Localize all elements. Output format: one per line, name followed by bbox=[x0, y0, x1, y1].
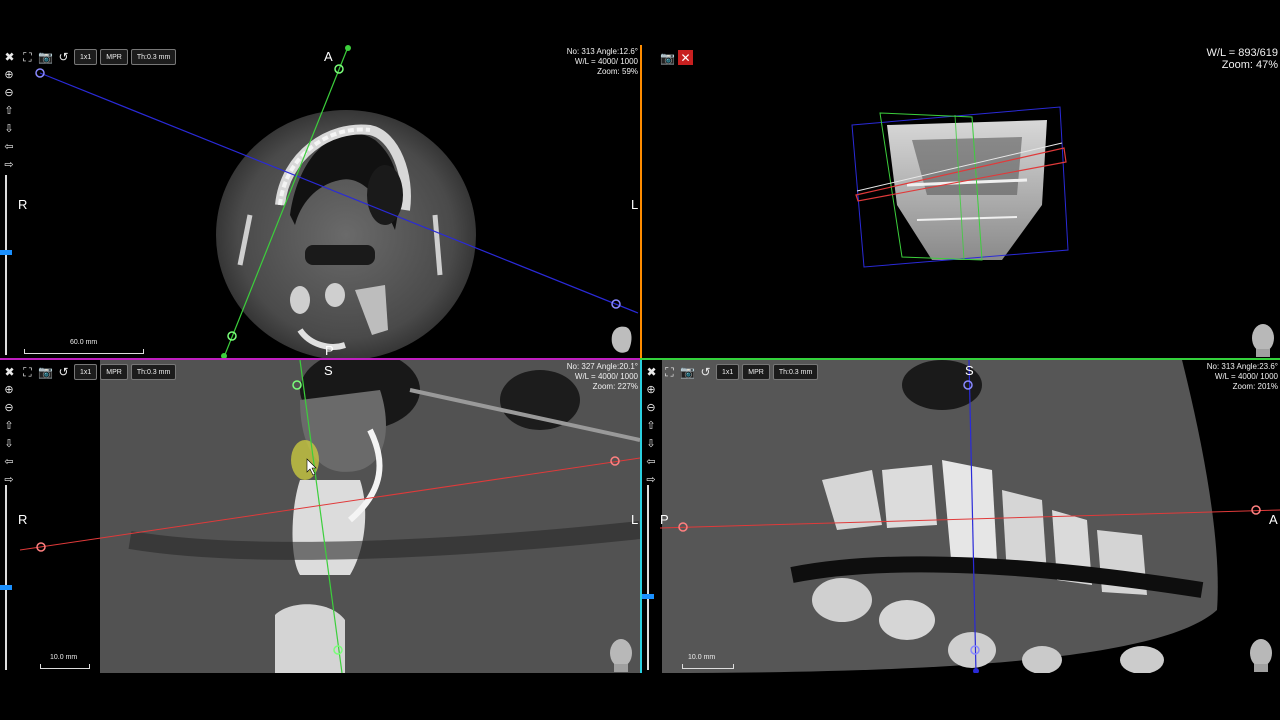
orientation-left: R bbox=[18, 197, 28, 212]
head-orientation-icon bbox=[1252, 324, 1274, 357]
arrow-down-icon[interactable]: ⇩ bbox=[2, 121, 16, 136]
arrow-down-icon[interactable]: ⇩ bbox=[644, 436, 658, 451]
coronal-slice-slider[interactable] bbox=[5, 485, 7, 670]
layout-1x1-button[interactable]: 1x1 bbox=[74, 49, 98, 65]
layout-1x1-button[interactable]: 1x1 bbox=[74, 364, 98, 380]
orientation-right: L bbox=[631, 512, 639, 527]
volume-info-overlay: W/L = 893/619 Zoom: 47% bbox=[1207, 47, 1278, 71]
zoom-in-icon[interactable]: ⊕ bbox=[2, 67, 16, 82]
zoom-text: Zoom: 201% bbox=[1232, 382, 1278, 391]
axial-slice-image[interactable] bbox=[0, 45, 640, 358]
axial-info-overlay: No: 313 Angle:12.6° W/L = 4000/ 1000 Zoo… bbox=[567, 47, 638, 77]
volume-toolbar: 📷 ✕ bbox=[660, 50, 693, 65]
reset-icon[interactable]: ↺ bbox=[56, 50, 71, 65]
reset-icon[interactable]: ↺ bbox=[56, 365, 71, 380]
orientation-right: L bbox=[631, 197, 639, 212]
axial-viewport[interactable]: ✖ ⛶ 📷 ↺ 1x1 MPR Th:0.3 mm ⊕ ⊖ ⇧ ⇩ ⇦ ⇨ No… bbox=[0, 45, 642, 358]
thickness-button[interactable]: Th:0.3 mm bbox=[130, 49, 177, 65]
window-level-text: W/L = 893/619 bbox=[1206, 47, 1278, 59]
zoom-out-icon[interactable]: ⊖ bbox=[644, 400, 658, 415]
mpr-button[interactable]: MPR bbox=[100, 364, 128, 380]
zoom-in-icon[interactable]: ⊕ bbox=[2, 382, 16, 397]
sagittal-slice-image[interactable] bbox=[642, 360, 1280, 673]
orientation-top: A bbox=[324, 49, 333, 64]
sagittal-info-overlay: No: 313 Angle:23.6° W/L = 4000/ 1000 Zoo… bbox=[1207, 362, 1278, 392]
scale-label: 60.0 mm bbox=[70, 339, 98, 346]
layout-1x1-button[interactable]: 1x1 bbox=[716, 364, 740, 380]
coronal-slice-slider-thumb[interactable] bbox=[0, 585, 12, 590]
sagittal-toolbar: ✖ ⛶ 📷 ↺ 1x1 MPR Th:0.3 mm bbox=[644, 364, 819, 380]
zoom-out-icon[interactable]: ⊖ bbox=[2, 400, 16, 415]
arrow-right-icon[interactable]: ⇨ bbox=[2, 472, 16, 487]
zoom-text: Zoom: 59% bbox=[597, 67, 638, 76]
window-level-text: W/L = 4000/ 1000 bbox=[574, 57, 638, 66]
crossed-tools-icon[interactable]: ✖ bbox=[2, 50, 17, 65]
orientation-left: R bbox=[18, 512, 28, 527]
orientation-bottom: P bbox=[325, 343, 334, 358]
axial-toolbar: ✖ ⛶ 📷 ↺ 1x1 MPR Th:0.3 mm bbox=[2, 49, 177, 65]
axial-slice-slider[interactable] bbox=[5, 175, 7, 355]
axial-slice-slider-thumb[interactable] bbox=[0, 250, 12, 255]
skull-orientation-icon bbox=[611, 326, 632, 353]
arrow-left-icon[interactable]: ⇦ bbox=[2, 139, 16, 154]
mpr-button[interactable]: MPR bbox=[100, 49, 128, 65]
orientation-top: S bbox=[324, 363, 333, 378]
sagittal-slice-slider[interactable] bbox=[647, 485, 649, 670]
orientation-left: P bbox=[660, 512, 669, 527]
reset-icon[interactable]: ↺ bbox=[698, 365, 713, 380]
camera-icon[interactable]: 📷 bbox=[660, 50, 675, 65]
volume-3d-viewport[interactable]: 📷 ✕ W/L = 893/619 Zoom: 47% bbox=[642, 45, 1280, 358]
arrow-up-icon[interactable]: ⇧ bbox=[644, 418, 658, 433]
slice-angle-text: No: 327 Angle:20.1° bbox=[566, 362, 638, 371]
window-level-text: W/L = 4000/ 1000 bbox=[1214, 372, 1278, 381]
coronal-viewport[interactable]: ✖ ⛶ 📷 ↺ 1x1 MPR Th:0.3 mm ⊕ ⊖ ⇧ ⇩ ⇦ ⇨ No… bbox=[0, 360, 642, 673]
camera-icon[interactable]: 📷 bbox=[38, 365, 53, 380]
sagittal-side-tools: ⊕ ⊖ ⇧ ⇩ ⇦ ⇨ bbox=[644, 382, 658, 487]
zoom-text: Zoom: 47% bbox=[1221, 59, 1278, 71]
close-icon[interactable]: ✕ bbox=[678, 50, 693, 65]
arrow-up-icon[interactable]: ⇧ bbox=[2, 103, 16, 118]
expand-icon[interactable]: ⛶ bbox=[662, 365, 677, 380]
arrow-left-icon[interactable]: ⇦ bbox=[644, 454, 658, 469]
arrow-right-icon[interactable]: ⇨ bbox=[644, 472, 658, 487]
thickness-button[interactable]: Th:0.3 mm bbox=[130, 364, 177, 380]
coronal-slice-image[interactable] bbox=[0, 360, 640, 673]
crossed-tools-icon[interactable]: ✖ bbox=[644, 365, 659, 380]
head-orientation-icon bbox=[1250, 639, 1272, 672]
zoom-text: Zoom: 227% bbox=[592, 382, 638, 391]
slice-angle-text: No: 313 Angle:23.6° bbox=[1206, 362, 1278, 371]
arrow-down-icon[interactable]: ⇩ bbox=[2, 436, 16, 451]
head-orientation-icon bbox=[610, 639, 632, 672]
orientation-top: S bbox=[965, 363, 974, 378]
orientation-right: A bbox=[1269, 512, 1278, 527]
coronal-info-overlay: No: 327 Angle:20.1° W/L = 4000/ 1000 Zoo… bbox=[567, 362, 638, 392]
camera-icon[interactable]: 📷 bbox=[680, 365, 695, 380]
mpr-button[interactable]: MPR bbox=[742, 364, 770, 380]
expand-icon[interactable]: ⛶ bbox=[20, 50, 35, 65]
arrow-left-icon[interactable]: ⇦ bbox=[2, 454, 16, 469]
coronal-toolbar: ✖ ⛶ 📷 ↺ 1x1 MPR Th:0.3 mm bbox=[2, 364, 177, 380]
slice-angle-text: No: 313 Angle:12.6° bbox=[566, 47, 638, 56]
expand-icon[interactable]: ⛶ bbox=[20, 365, 35, 380]
scale-label: 10.0 mm bbox=[50, 654, 78, 661]
arrow-right-icon[interactable]: ⇨ bbox=[2, 157, 16, 172]
camera-icon[interactable]: 📷 bbox=[38, 50, 53, 65]
arrow-up-icon[interactable]: ⇧ bbox=[2, 418, 16, 433]
zoom-in-icon[interactable]: ⊕ bbox=[644, 382, 658, 397]
sagittal-viewport[interactable]: ✖ ⛶ 📷 ↺ 1x1 MPR Th:0.3 mm ⊕ ⊖ ⇧ ⇩ ⇦ ⇨ No… bbox=[642, 360, 1280, 673]
window-level-text: W/L = 4000/ 1000 bbox=[574, 372, 638, 381]
volume-render-image[interactable] bbox=[642, 45, 1280, 358]
sagittal-slice-slider-thumb[interactable] bbox=[642, 594, 654, 599]
scale-label: 10.0 mm bbox=[688, 654, 716, 661]
zoom-out-icon[interactable]: ⊖ bbox=[2, 85, 16, 100]
coronal-side-tools: ⊕ ⊖ ⇧ ⇩ ⇦ ⇨ bbox=[2, 382, 16, 487]
thickness-button[interactable]: Th:0.3 mm bbox=[772, 364, 819, 380]
axial-side-tools: ⊕ ⊖ ⇧ ⇩ ⇦ ⇨ bbox=[2, 67, 16, 172]
crossed-tools-icon[interactable]: ✖ bbox=[2, 365, 17, 380]
